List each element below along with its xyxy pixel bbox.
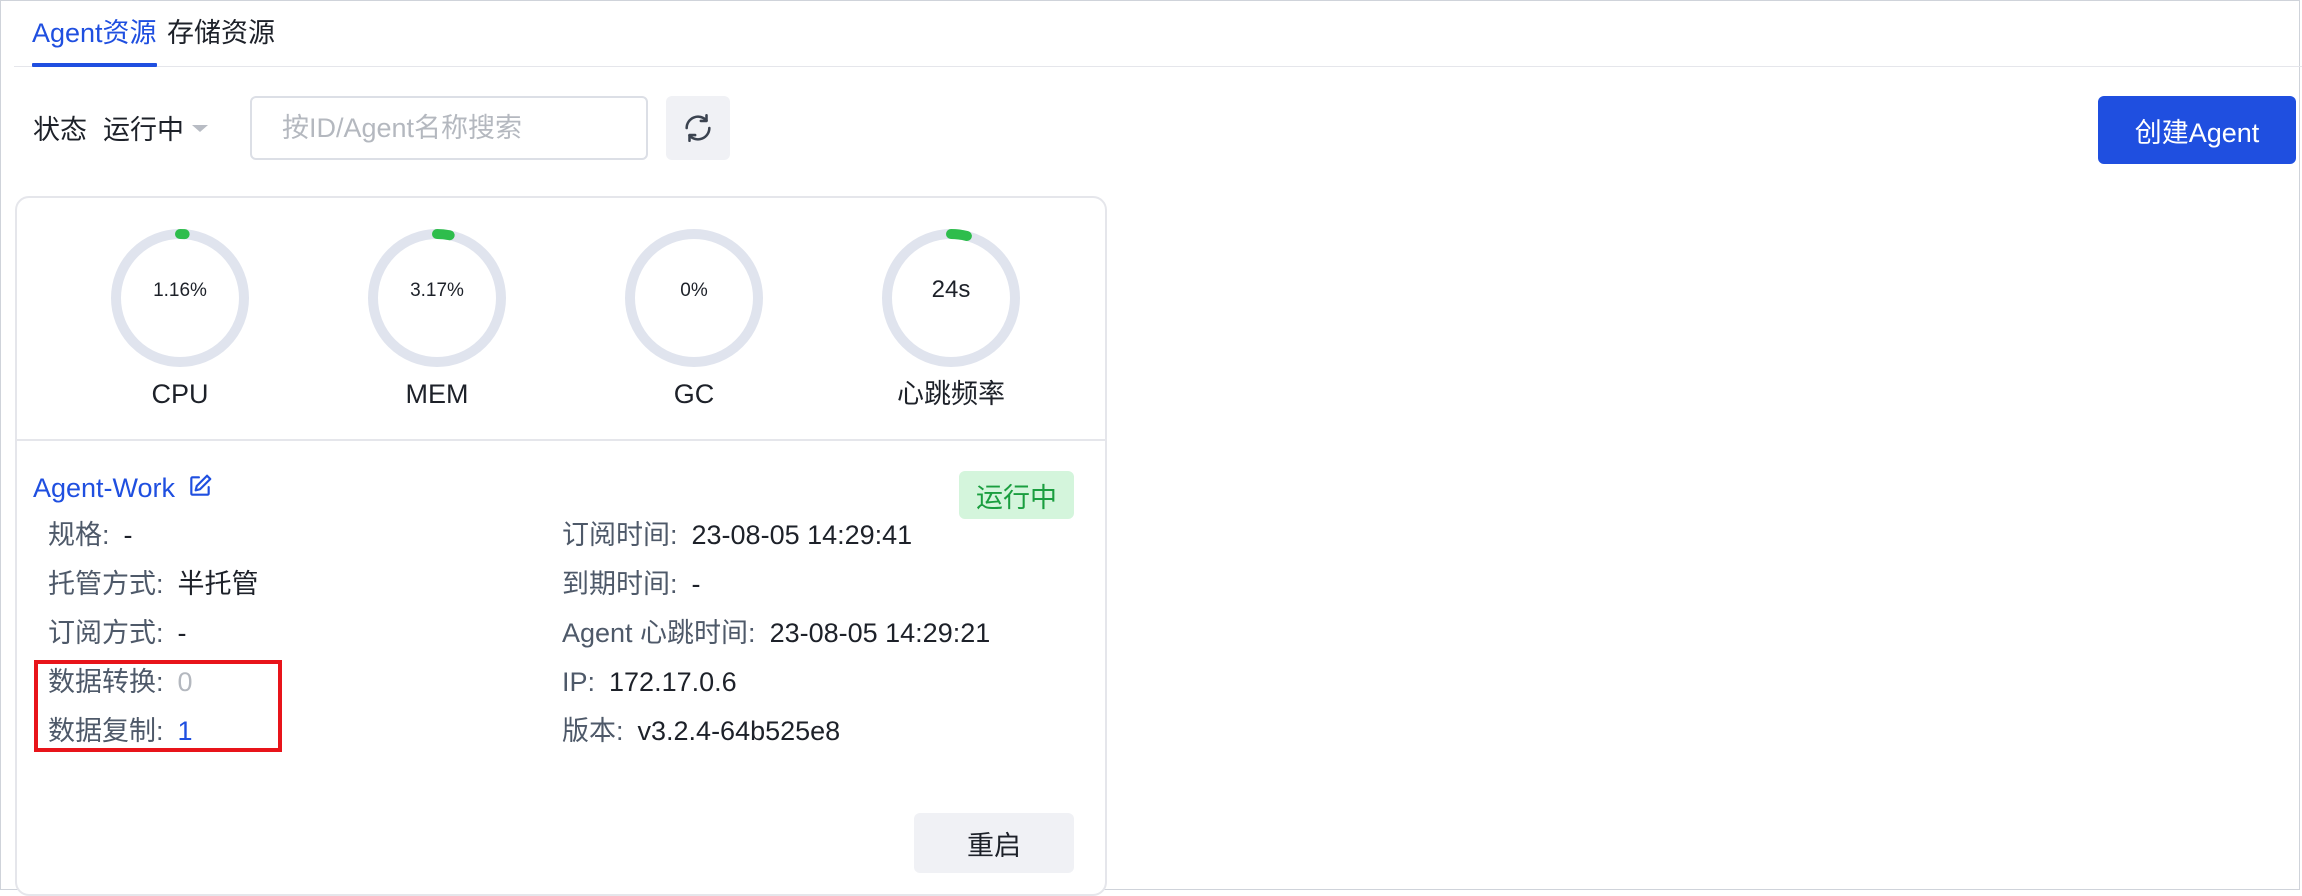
status-filter-label: 状态	[33, 115, 87, 145]
field-subscribe-time: 订阅时间: 23-08-05 14:29:41	[562, 517, 912, 553]
edit-icon[interactable]	[187, 472, 213, 508]
gauge-mem: 3.17% MEM	[367, 228, 507, 412]
gauge-cpu-label: CPU	[151, 379, 209, 409]
tab-storage-resources-label: 存储资源	[167, 18, 275, 48]
agent-card: 1.16% CPU 3.17% MEM 0% GC 24s 心跳频率	[15, 196, 1107, 896]
status-filter-select[interactable]: 运行中	[103, 112, 208, 148]
gauge-heartbeat-label: 心跳频率	[897, 379, 1005, 409]
tab-agent-resources-label: Agent资源	[32, 18, 157, 48]
gauge-cpu-value: 1.16%	[153, 280, 207, 301]
field-subscribe-time-key: 订阅时间:	[562, 520, 678, 550]
create-agent-button[interactable]: 创建Agent	[2098, 96, 2296, 164]
gauge-gc: 0% GC	[624, 228, 764, 412]
status-filter-value: 运行中	[103, 115, 184, 145]
field-hosting-mode-value: 半托管	[177, 569, 259, 599]
gauge-gc-label: GC	[673, 379, 715, 409]
restart-button[interactable]: 重启	[914, 813, 1074, 873]
field-heartbeat-time: Agent 心跳时间: 23-08-05 14:29:21	[562, 615, 990, 651]
field-subscription-mode: 订阅方式: -	[48, 615, 187, 651]
tab-agent-resources[interactable]: Agent资源	[32, 14, 157, 67]
active-tab-underline	[32, 63, 157, 67]
field-expire-time-value: -	[691, 569, 701, 599]
status-badge: 运行中	[959, 471, 1074, 519]
field-version-value: v3.2.4-64b525e8	[637, 716, 841, 746]
field-spec-key: 规格:	[48, 520, 110, 550]
field-version-key: 版本:	[562, 716, 624, 746]
highlight-box	[34, 660, 282, 752]
field-expire-time-key: 到期时间:	[562, 569, 678, 599]
field-hosting-mode-key: 托管方式:	[48, 569, 164, 599]
field-spec: 规格: -	[48, 517, 133, 553]
gauge-heartbeat-value: 24s	[931, 276, 971, 303]
field-subscription-mode-key: 订阅方式:	[48, 618, 164, 648]
search-input[interactable]	[250, 96, 648, 160]
field-ip-value: 172.17.0.6	[609, 667, 737, 697]
field-version: 版本: v3.2.4-64b525e8	[562, 713, 840, 749]
refresh-button[interactable]	[666, 96, 730, 160]
refresh-icon	[685, 113, 711, 143]
agent-name[interactable]: Agent-Work	[33, 470, 213, 508]
field-hosting-mode: 托管方式: 半托管	[48, 566, 259, 602]
field-ip: IP: 172.17.0.6	[562, 664, 737, 700]
gauge-mem-value: 3.17%	[410, 280, 464, 301]
agent-name-text: Agent-Work	[33, 473, 176, 503]
tab-bar: Agent资源 存储资源	[14, 0, 2302, 67]
field-expire-time: 到期时间: -	[562, 566, 701, 602]
field-subscription-mode-value: -	[177, 618, 187, 648]
field-heartbeat-time-key: Agent 心跳时间:	[562, 618, 756, 648]
caret-down-icon	[192, 125, 208, 133]
field-spec-value: -	[123, 520, 133, 550]
gauge-gc-value: 0%	[680, 280, 708, 301]
gauge-mem-label: MEM	[405, 379, 469, 409]
field-heartbeat-time-value: 23-08-05 14:29:21	[769, 618, 991, 648]
gauge-heartbeat: 24s 心跳频率	[881, 228, 1021, 412]
tab-storage-resources[interactable]: 存储资源	[167, 14, 275, 66]
gauge-row: 1.16% CPU 3.17% MEM 0% GC 24s 心跳频率	[17, 198, 1105, 441]
gauge-cpu: 1.16% CPU	[110, 228, 250, 412]
field-ip-key: IP:	[562, 667, 596, 697]
field-subscribe-time-value: 23-08-05 14:29:41	[691, 520, 913, 550]
